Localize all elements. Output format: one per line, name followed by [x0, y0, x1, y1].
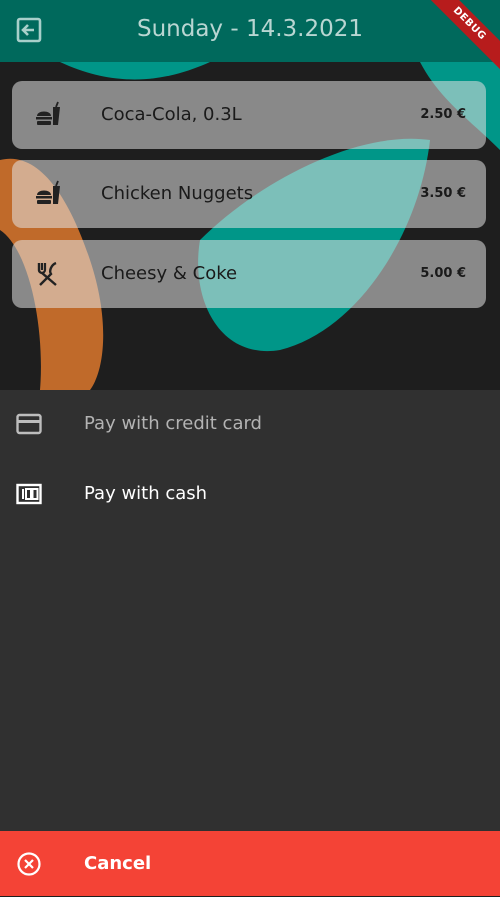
order-item-price: 3.50 €: [420, 186, 466, 201]
order-item[interactable]: Chicken Nuggets 3.50 €: [12, 160, 486, 228]
order-item-name: Cheesy & Coke: [101, 263, 238, 284]
cancel-label: Cancel: [84, 853, 152, 874]
pay-credit-card-label: Pay with credit card: [84, 413, 262, 434]
fastfood-icon: [36, 180, 60, 204]
credit-card-icon: [16, 413, 42, 435]
money-icon: [16, 483, 42, 505]
order-item-price: 5.00 €: [420, 266, 466, 281]
order-item-price: 2.50 €: [420, 107, 466, 122]
cancel-icon: [17, 852, 41, 876]
order-item-name: Coca-Cola, 0.3L: [101, 104, 242, 125]
order-item[interactable]: Coca-Cola, 0.3L 2.50 €: [12, 81, 486, 149]
page-title: Sunday - 14.3.2021: [136, 16, 364, 42]
order-item-name: Chicken Nuggets: [101, 183, 254, 204]
fastfood-icon: [36, 101, 60, 125]
cancel-button[interactable]: Cancel: [0, 831, 500, 896]
pay-credit-card-option[interactable]: Pay with credit card: [0, 390, 500, 458]
order-item[interactable]: Cheesy & Coke 5.00 €: [12, 240, 486, 308]
restaurant-icon: [37, 261, 57, 286]
app-bar: Sunday - 14.3.2021: [0, 0, 500, 62]
payment-sheet: Pay with credit card Pay with cash: [0, 390, 500, 831]
pay-cash-label: Pay with cash: [84, 483, 208, 504]
pay-cash-option[interactable]: Pay with cash: [0, 460, 500, 528]
